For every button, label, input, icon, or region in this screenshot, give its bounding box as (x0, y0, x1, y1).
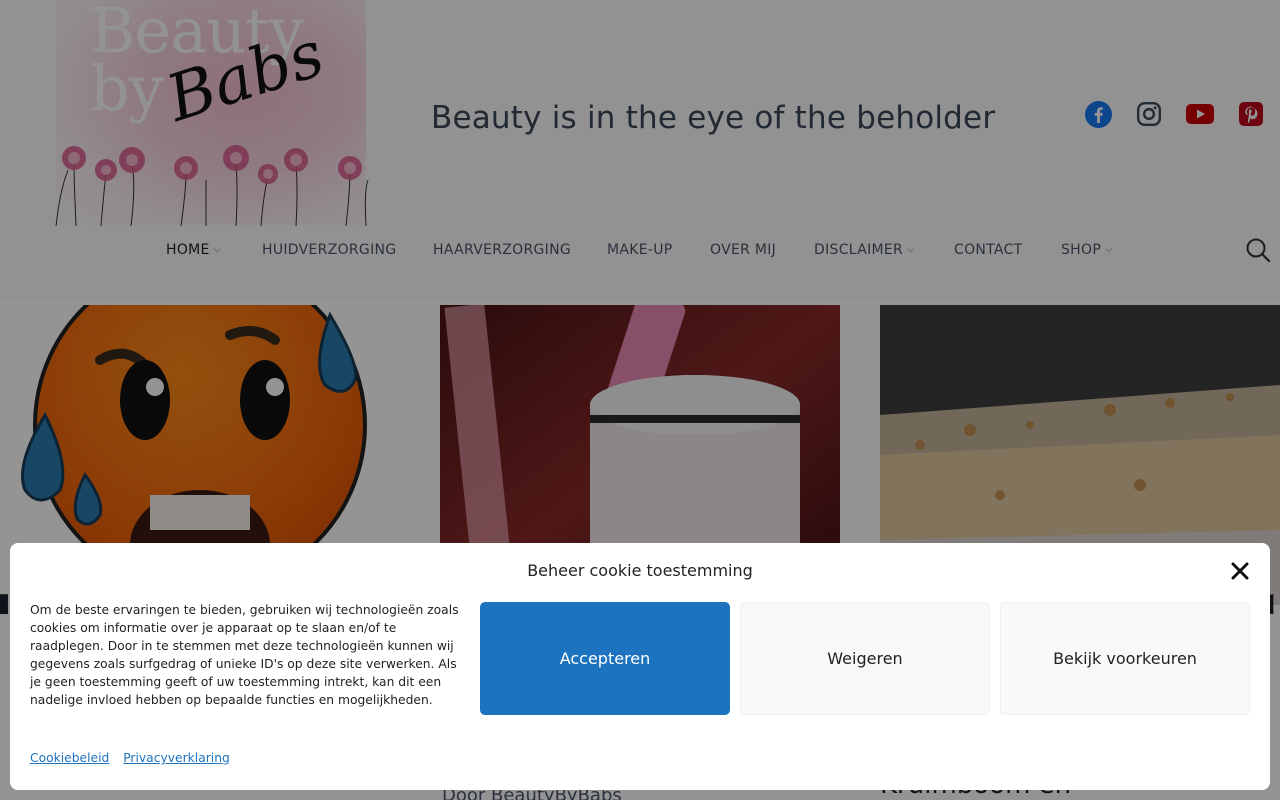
cookie-consent-banner: Beheer cookie toestemming Om de beste er… (10, 543, 1270, 790)
cookie-links: Cookiebeleid Privacyverklaring (30, 751, 240, 765)
close-icon (1231, 562, 1249, 580)
deny-button[interactable]: Weigeren (740, 602, 990, 715)
cookie-policy-link[interactable]: Cookiebeleid (30, 751, 109, 765)
view-preferences-button[interactable]: Bekijk voorkeuren (1000, 602, 1250, 715)
cookie-message: Om de beste ervaringen te bieden, gebrui… (30, 603, 459, 707)
privacy-statement-link[interactable]: Privacyverklaring (123, 751, 230, 765)
cookie-close-button[interactable] (1228, 559, 1252, 583)
accept-button[interactable]: Accepteren (480, 602, 730, 715)
cookie-title: Beheer cookie toestemming (527, 561, 753, 580)
